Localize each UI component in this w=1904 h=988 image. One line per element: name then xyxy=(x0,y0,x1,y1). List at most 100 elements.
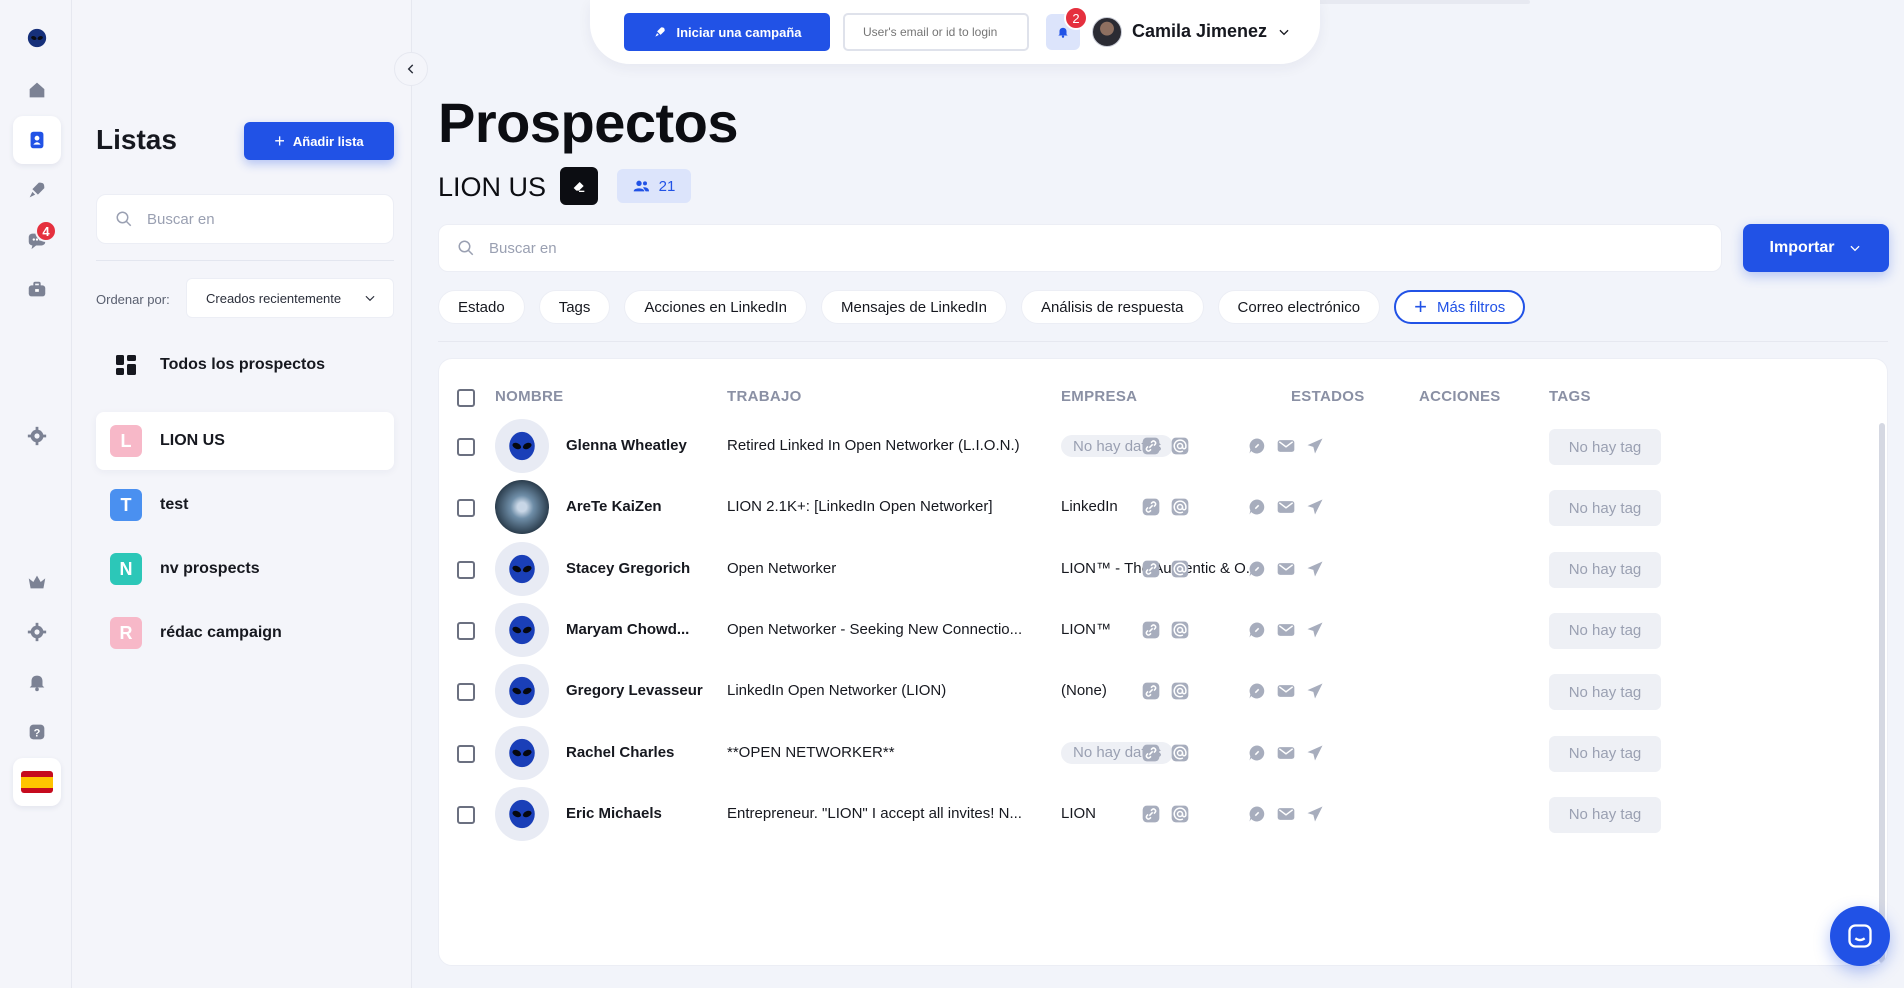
avatar[interactable] xyxy=(495,602,549,657)
add-to-campaign-icon[interactable] xyxy=(1305,620,1325,640)
add-to-campaign-icon[interactable] xyxy=(1305,497,1325,517)
email-status-icon[interactable] xyxy=(1170,681,1190,701)
tag-badge[interactable]: No hay tag xyxy=(1549,551,1661,588)
send-email-icon[interactable] xyxy=(1276,743,1296,763)
send-email-icon[interactable] xyxy=(1276,681,1296,701)
avatar[interactable] xyxy=(495,541,549,596)
email-status-icon[interactable] xyxy=(1170,436,1190,456)
linkedin-status-icon[interactable] xyxy=(1141,559,1161,579)
row-checkbox[interactable] xyxy=(457,805,475,824)
linkedin-message-icon[interactable] xyxy=(1247,804,1267,824)
send-email-icon[interactable] xyxy=(1276,804,1296,824)
avatar[interactable] xyxy=(495,725,549,780)
row-checkbox[interactable] xyxy=(457,499,475,518)
collapse-panel-button[interactable] xyxy=(394,52,428,86)
email-status-icon[interactable] xyxy=(1170,559,1190,579)
row-checkbox[interactable] xyxy=(457,621,475,640)
column-header-job[interactable]: TRABAJO xyxy=(727,388,802,405)
more-filters-button[interactable]: + Más filtros xyxy=(1394,290,1526,324)
row-checkbox[interactable] xyxy=(457,683,475,702)
column-header-company[interactable]: EMPRESA xyxy=(1061,388,1137,405)
list-item-lion-us[interactable]: L LION US xyxy=(96,412,394,470)
bell-icon[interactable] xyxy=(13,658,61,706)
lists-search-input[interactable]: Buscar en xyxy=(96,194,394,244)
tag-badge[interactable]: No hay tag xyxy=(1549,612,1661,649)
add-to-campaign-icon[interactable] xyxy=(1305,559,1325,579)
filter-linkedin-actions[interactable]: Acciones en LinkedIn xyxy=(624,290,807,324)
help-icon[interactable]: ? xyxy=(13,708,61,756)
add-list-button[interactable]: + Añadir lista xyxy=(244,122,394,160)
contacts-icon[interactable] xyxy=(13,116,61,164)
sort-select[interactable]: Creados recientemente xyxy=(186,278,394,318)
account-settings-icon[interactable] xyxy=(13,608,61,656)
rename-list-button[interactable] xyxy=(560,167,598,205)
avatar[interactable] xyxy=(495,419,549,473)
briefcase-icon[interactable] xyxy=(13,266,61,314)
add-to-campaign-icon[interactable] xyxy=(1305,743,1325,763)
prospect-name[interactable]: AreTe KaiZen xyxy=(566,498,662,515)
settings-icon[interactable] xyxy=(13,412,61,460)
list-item-test[interactable]: T test xyxy=(96,476,394,534)
row-checkbox[interactable] xyxy=(457,744,475,763)
linkedin-status-icon[interactable] xyxy=(1141,804,1161,824)
add-to-campaign-icon[interactable] xyxy=(1305,804,1325,824)
add-to-campaign-icon[interactable] xyxy=(1305,681,1325,701)
prospect-name[interactable]: Maryam Chowd... xyxy=(566,621,689,638)
table-scrollbar[interactable] xyxy=(1879,423,1885,963)
prospects-search-input[interactable]: Buscar en xyxy=(438,224,1722,272)
send-email-icon[interactable] xyxy=(1276,497,1296,517)
linkedin-status-icon[interactable] xyxy=(1141,681,1161,701)
linkedin-message-icon[interactable] xyxy=(1247,559,1267,579)
linkedin-message-icon[interactable] xyxy=(1247,620,1267,640)
email-status-icon[interactable] xyxy=(1170,743,1190,763)
filter-tags[interactable]: Tags xyxy=(538,290,611,324)
send-email-icon[interactable] xyxy=(1276,620,1296,640)
linkedin-message-icon[interactable] xyxy=(1247,497,1267,517)
email-status-icon[interactable] xyxy=(1170,497,1190,517)
linkedin-message-icon[interactable] xyxy=(1247,743,1267,763)
tag-badge[interactable]: No hay tag xyxy=(1549,796,1661,833)
prospect-name[interactable]: Gregory Levasseur xyxy=(566,682,703,699)
linkedin-status-icon[interactable] xyxy=(1141,620,1161,640)
table-row[interactable]: Eric Michaels Entrepreneur. "LION" I acce… xyxy=(439,779,1887,853)
send-email-icon[interactable] xyxy=(1276,559,1296,579)
prospect-name[interactable]: Eric Michaels xyxy=(566,805,662,822)
tag-badge[interactable]: No hay tag xyxy=(1549,429,1661,465)
messages-icon[interactable]: 4 xyxy=(13,216,61,264)
user-menu[interactable]: Camila Jimenez xyxy=(1132,21,1291,42)
rocket-icon[interactable] xyxy=(13,166,61,214)
support-chat-button[interactable] xyxy=(1830,906,1890,966)
select-all-checkbox[interactable] xyxy=(457,389,475,407)
add-to-campaign-icon[interactable] xyxy=(1305,436,1325,456)
language-flag-icon[interactable] xyxy=(13,758,61,806)
tag-badge[interactable]: No hay tag xyxy=(1549,674,1661,711)
prospect-name[interactable]: Rachel Charles xyxy=(566,744,674,761)
filter-email[interactable]: Correo electrónico xyxy=(1217,290,1381,324)
prospect-name[interactable]: Glenna Wheatley xyxy=(566,437,687,454)
send-email-icon[interactable] xyxy=(1276,436,1296,456)
linkedin-status-icon[interactable] xyxy=(1141,436,1161,456)
linkedin-status-icon[interactable] xyxy=(1141,743,1161,763)
start-campaign-button[interactable]: Iniciar una campaña xyxy=(624,13,830,51)
linkedin-message-icon[interactable] xyxy=(1247,681,1267,701)
crown-icon[interactable] xyxy=(13,558,61,606)
avatar[interactable] xyxy=(495,664,549,719)
linkedin-message-icon[interactable] xyxy=(1247,436,1267,456)
list-item-all-prospects[interactable]: Todos los prospectos xyxy=(96,336,394,394)
tag-badge[interactable]: No hay tag xyxy=(1549,490,1661,527)
filter-estado[interactable]: Estado xyxy=(438,290,525,324)
row-checkbox[interactable] xyxy=(457,560,475,579)
list-item-redac-campaign[interactable]: R rédac campaign xyxy=(96,604,394,662)
filter-response-analysis[interactable]: Análisis de respuesta xyxy=(1020,290,1204,324)
column-header-name[interactable]: NOMBRE xyxy=(495,388,563,405)
login-as-user-input[interactable] xyxy=(843,13,1029,51)
tag-badge[interactable]: No hay tag xyxy=(1549,735,1661,772)
email-status-icon[interactable] xyxy=(1170,620,1190,640)
avatar[interactable] xyxy=(495,480,549,535)
filter-linkedin-messages[interactable]: Mensajes de LinkedIn xyxy=(821,290,1007,324)
alien-logo-icon[interactable] xyxy=(13,14,61,62)
row-checkbox[interactable] xyxy=(457,438,475,456)
prospect-name[interactable]: Stacey Gregorich xyxy=(566,560,690,577)
import-button[interactable]: Importar xyxy=(1743,224,1889,272)
avatar[interactable] xyxy=(495,786,549,841)
